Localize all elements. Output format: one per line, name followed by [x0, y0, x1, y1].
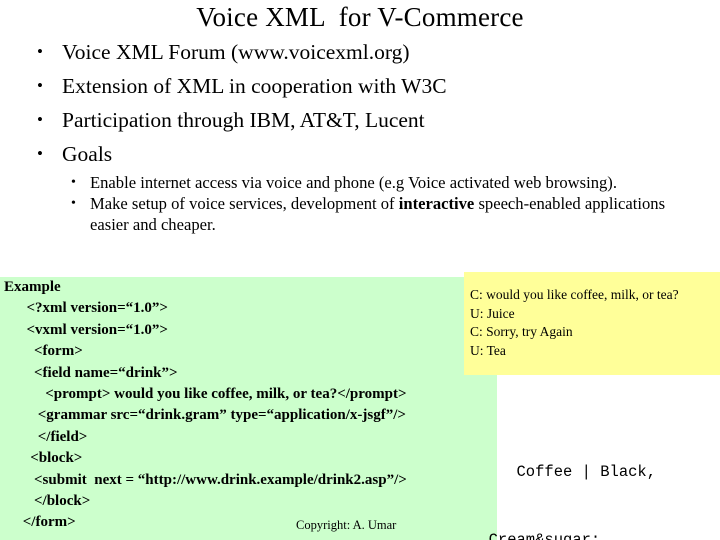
dialog-line: C: Sorry, try Again	[470, 324, 573, 339]
code-line: </block>	[4, 493, 91, 510]
code-line: </form>	[4, 514, 76, 531]
list-item-label: Participation through IBM, AT&T, Lucent	[62, 108, 425, 132]
bullet-icon: •	[71, 175, 76, 190]
bullet-icon: •	[37, 76, 43, 95]
list-item: • Participation through IBM, AT&T, Lucen…	[20, 103, 710, 137]
list-item-label: Extension of XML in cooperation with W3C	[62, 74, 447, 98]
dialog-line: C: would you like coffee, milk, or tea?	[470, 287, 679, 302]
code-line: <form>	[4, 343, 83, 360]
code-line: <vxml version=“1.0”>	[4, 321, 168, 338]
list-item-label: Goals	[62, 142, 113, 166]
code-line: <field name=“drink”>	[4, 364, 178, 381]
bullet-icon: •	[71, 196, 76, 211]
bullet-icon: •	[37, 144, 43, 163]
grammar-line: Cream&sugar;	[470, 530, 601, 540]
code-line: </field>	[4, 428, 88, 445]
copyright-notice: Copyright: A. Umar	[296, 518, 397, 532]
dialog-line: U: Juice	[470, 305, 515, 321]
list-item-text-pre: Enable internet access via voice and pho…	[90, 173, 617, 192]
code-line: <prompt> would you like coffee, milk, or…	[4, 386, 407, 403]
primary-bullet-list: • Voice XML Forum (www.voicexml.org) • E…	[20, 35, 710, 171]
list-item-text-emphasis: interactive	[398, 194, 475, 213]
list-item: • Voice XML Forum (www.voicexml.org)	[20, 35, 710, 69]
list-item-label: Voice XML Forum (www.voicexml.org)	[62, 40, 410, 64]
list-item: • Extension of XML in cooperation with W…	[20, 69, 710, 103]
code-line: <?xml version=“1.0”>	[4, 300, 168, 317]
dialog-line: U: Tea	[470, 342, 506, 358]
grammar-definition-block: Coffee | Black, Cream&sugar; Milk | Milk…	[470, 416, 720, 540]
page-title: Voice XML for V-Commerce	[196, 2, 524, 32]
code-line: Example	[4, 279, 61, 295]
code-example-panel: Example <?xml version=“1.0”> <vxml versi…	[0, 277, 497, 540]
secondary-bullet-list: • Enable internet access via voice and p…	[62, 172, 702, 235]
code-line: <submit next = “http://www.drink.example…	[4, 471, 407, 488]
slide-canvas: Voice XML for V-Commerce • Voice XML For…	[0, 0, 720, 540]
list-item: • Enable internet access via voice and p…	[62, 172, 702, 193]
list-item: • Make setup of voice services, developm…	[62, 193, 702, 235]
dialog-example-panel: C: would you like coffee, milk, or tea? …	[464, 272, 720, 375]
list-item: • Goals	[20, 137, 710, 171]
bullet-icon: •	[37, 42, 43, 61]
bullet-icon: •	[37, 110, 43, 129]
code-line: <grammar src=“drink.gram” type=“applicat…	[4, 407, 406, 424]
grammar-line: Coffee | Black,	[470, 463, 657, 481]
code-line: <block>	[4, 450, 83, 467]
list-item-text-pre: Make setup of voice services, developmen…	[90, 194, 399, 213]
